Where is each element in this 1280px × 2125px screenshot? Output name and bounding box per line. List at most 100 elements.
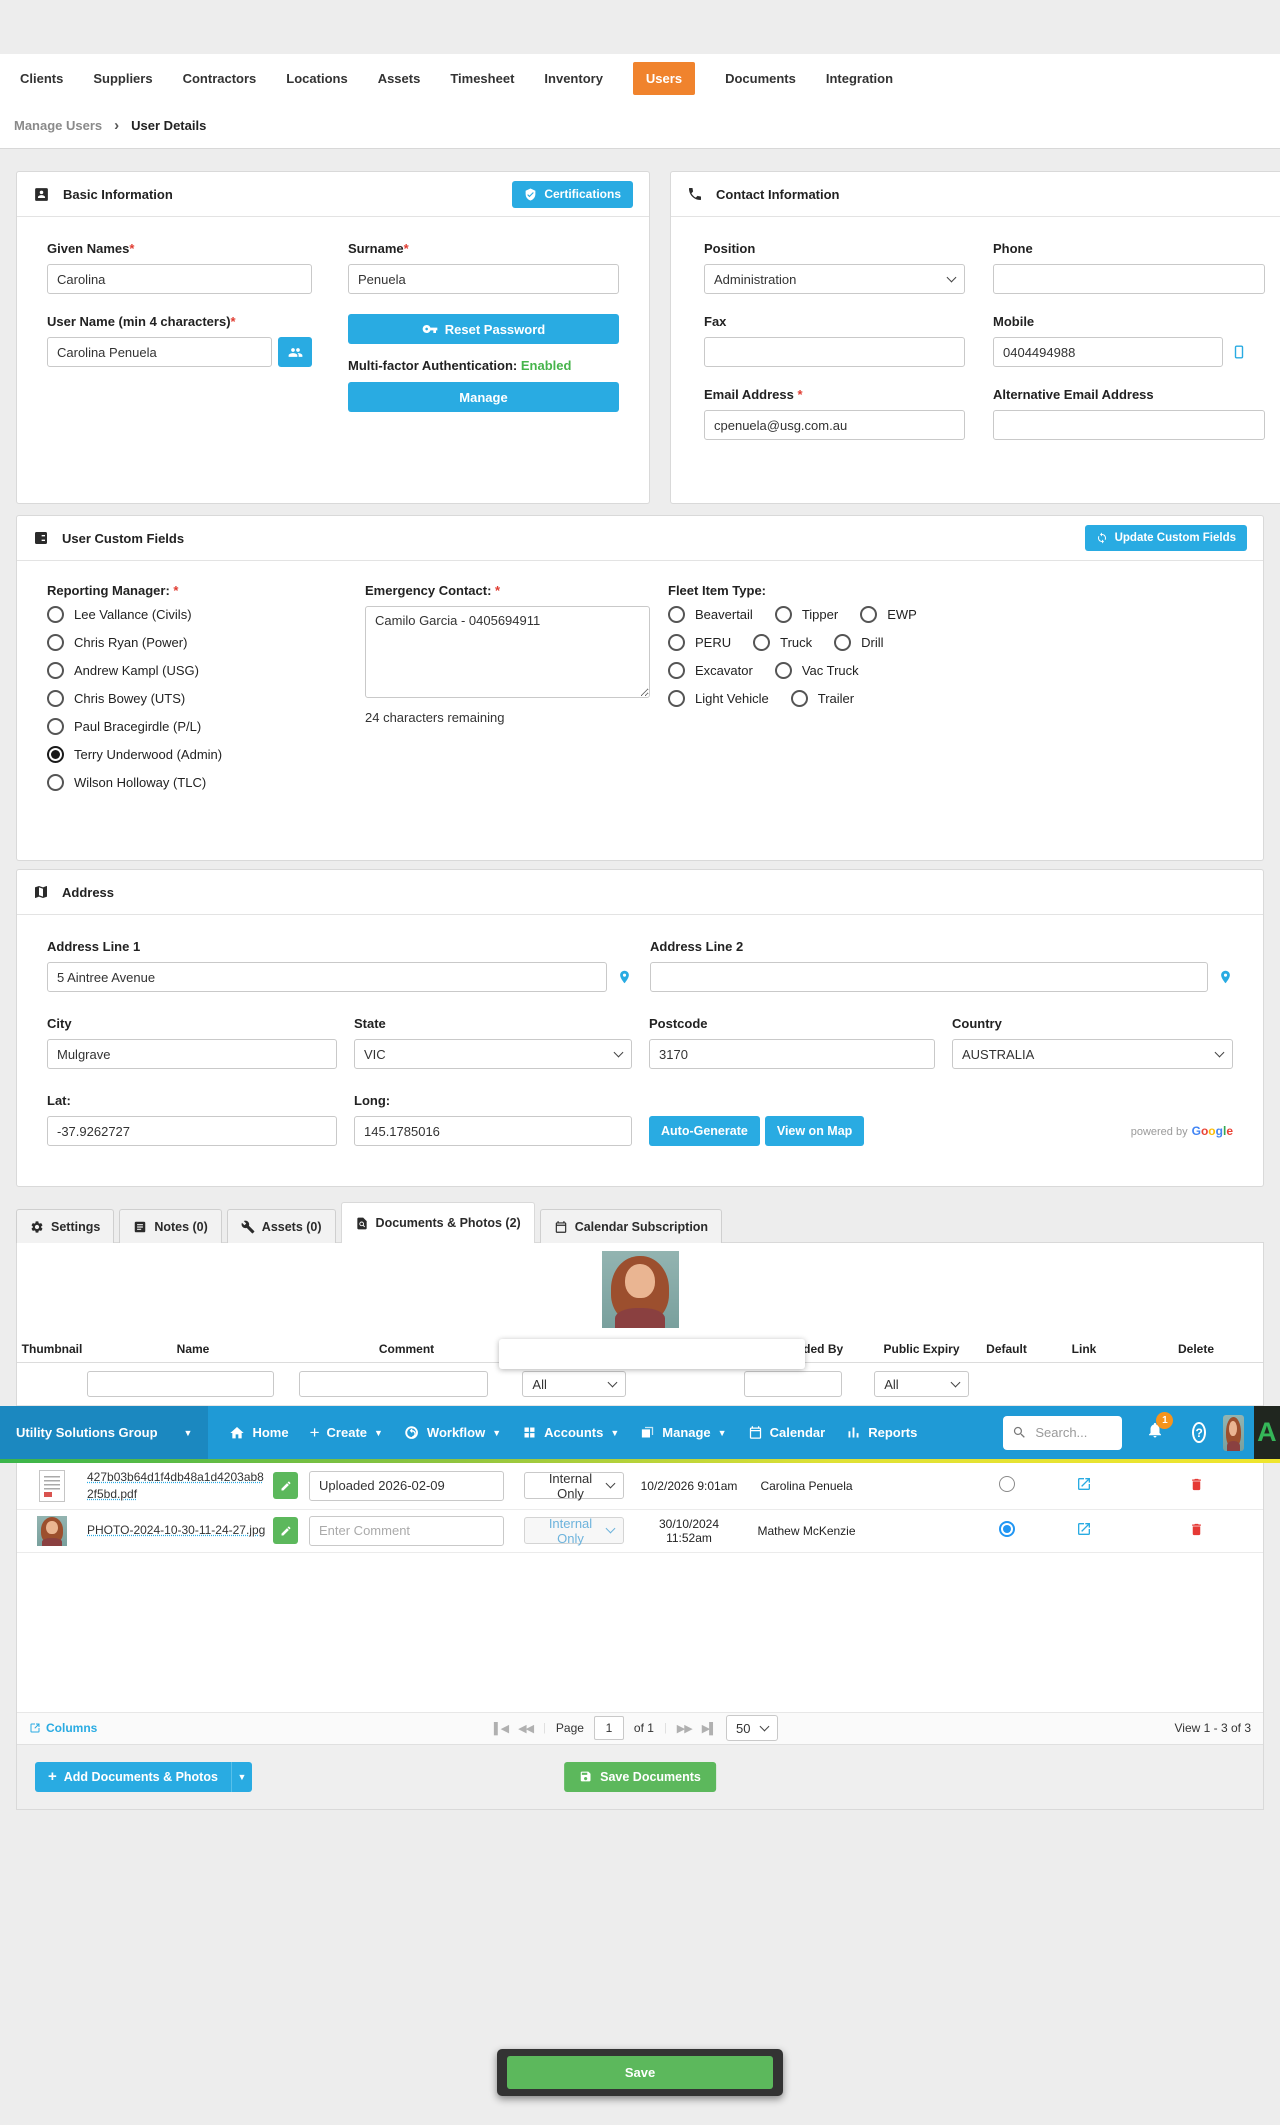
reset-password-button[interactable]: Reset Password <box>348 314 619 344</box>
nav-locations[interactable]: Locations <box>286 71 347 86</box>
fleet-option[interactable]: Drill <box>834 634 883 651</box>
email-input[interactable] <box>704 410 965 440</box>
user-avatar[interactable] <box>1223 1415 1244 1451</box>
comment-filter-input[interactable] <box>299 1371 488 1397</box>
nav-inventory[interactable]: Inventory <box>544 71 603 86</box>
comment-input[interactable] <box>309 1471 504 1501</box>
name-filter-input[interactable] <box>87 1371 274 1397</box>
document-name[interactable]: PHOTO-2024-10-30-11-24-27.jpg <box>87 1522 269 1539</box>
reporting-manager-option[interactable]: Wilson Holloway (TLC) <box>47 774 347 791</box>
notifications-button[interactable]: 1 <box>1146 1421 1164 1444</box>
fleet-option[interactable]: Trailer <box>791 690 854 707</box>
fleet-option[interactable]: EWP <box>860 606 917 623</box>
radio-icon[interactable] <box>47 774 64 791</box>
fleet-option[interactable]: Vac Truck <box>775 662 859 679</box>
expiry-filter-select[interactable]: All <box>874 1371 969 1397</box>
trash-icon[interactable] <box>1189 1477 1204 1492</box>
reporting-manager-option[interactable]: Chris Bowey (UTS) <box>47 690 347 707</box>
fleet-option[interactable]: Tipper <box>775 606 838 623</box>
tab-calendar-subscription[interactable]: Calendar Subscription <box>540 1209 722 1243</box>
reporting-manager-option[interactable]: Andrew Kampl (USG) <box>47 662 347 679</box>
radio-icon[interactable] <box>47 718 64 735</box>
navbar-search[interactable] <box>1003 1416 1122 1450</box>
search-input[interactable] <box>1033 1424 1113 1441</box>
auto-generate-button[interactable]: Auto-Generate <box>649 1116 760 1146</box>
fleet-option[interactable]: Beavertail <box>668 606 753 623</box>
nav-timesheet[interactable]: Timesheet <box>450 71 514 86</box>
view-on-map-button[interactable]: View on Map <box>765 1116 864 1146</box>
navbar-manage[interactable]: Manage ▼ <box>640 1425 726 1440</box>
add-documents-dropdown-button[interactable]: ▼ <box>231 1762 252 1792</box>
radio-icon[interactable] <box>860 606 877 623</box>
floating-overlay-box[interactable] <box>499 1339 805 1369</box>
certifications-button[interactable]: Certifications <box>512 181 633 208</box>
surname-input[interactable] <box>348 264 619 294</box>
columns-button[interactable]: Columns <box>29 1721 97 1735</box>
add-documents-photos-button[interactable]: + Add Documents & Photos <box>35 1762 231 1792</box>
radio-icon[interactable] <box>47 690 64 707</box>
next-page-button[interactable]: ▶▶ <box>677 1722 692 1735</box>
phone-input[interactable] <box>993 264 1265 294</box>
first-page-button[interactable]: ▌◀ <box>494 1722 508 1735</box>
public-select[interactable]: Internal Only <box>524 1517 624 1544</box>
public-select[interactable]: Internal Only <box>524 1472 624 1499</box>
page-number-input[interactable] <box>594 1716 624 1740</box>
user-accounts-button[interactable] <box>278 337 312 367</box>
reporting-manager-option[interactable]: Chris Ryan (Power) <box>47 634 347 651</box>
save-documents-button[interactable]: Save Documents <box>564 1762 716 1792</box>
user-photo[interactable] <box>602 1251 679 1328</box>
city-input[interactable] <box>47 1039 337 1069</box>
given-names-input[interactable] <box>47 264 312 294</box>
radio-checked-icon[interactable] <box>47 746 64 763</box>
photo-thumbnail[interactable] <box>37 1516 67 1546</box>
alt-email-input[interactable] <box>993 410 1265 440</box>
navbar-workflow[interactable]: Workflow ▼ <box>404 1425 501 1441</box>
page-size-select[interactable]: 50 <box>726 1715 778 1741</box>
radio-icon[interactable] <box>834 634 851 651</box>
fleet-option[interactable]: Truck <box>753 634 812 651</box>
tab-settings[interactable]: Settings <box>16 1209 114 1243</box>
comment-input[interactable] <box>309 1516 504 1546</box>
radio-icon[interactable] <box>775 606 792 623</box>
edit-name-button[interactable] <box>273 1472 298 1499</box>
update-custom-fields-button[interactable]: Update Custom Fields <box>1085 525 1247 551</box>
breadcrumb-manage-users[interactable]: Manage Users <box>14 118 102 133</box>
app-logo[interactable]: A <box>1254 1406 1280 1459</box>
navbar-home[interactable]: Home <box>229 1425 288 1441</box>
radio-icon[interactable] <box>668 690 685 707</box>
radio-icon[interactable] <box>791 690 808 707</box>
trash-icon[interactable] <box>1189 1522 1204 1537</box>
fleet-option[interactable]: PERU <box>668 634 731 651</box>
radio-icon[interactable] <box>47 606 64 623</box>
navbar-accounts[interactable]: Accounts ▼ <box>522 1425 619 1440</box>
radio-icon[interactable] <box>668 662 685 679</box>
radio-icon[interactable] <box>668 634 685 651</box>
position-select[interactable]: Administration <box>704 264 965 294</box>
nav-contractors[interactable]: Contractors <box>183 71 257 86</box>
nav-clients[interactable]: Clients <box>20 71 63 86</box>
location-pin-icon[interactable] <box>1218 968 1233 986</box>
postcode-input[interactable] <box>649 1039 935 1069</box>
radio-icon[interactable] <box>775 662 792 679</box>
reporting-manager-option[interactable]: Paul Bracegirdle (P/L) <box>47 718 347 735</box>
nav-assets[interactable]: Assets <box>378 71 421 86</box>
default-radio-selected[interactable] <box>999 1521 1015 1537</box>
default-radio[interactable] <box>999 1476 1015 1492</box>
nav-integration[interactable]: Integration <box>826 71 893 86</box>
emergency-contact-textarea[interactable]: Camilo Garcia - 0405694911 <box>365 606 650 698</box>
navbar-create[interactable]: + Create ▼ <box>310 1423 383 1443</box>
radio-icon[interactable] <box>753 634 770 651</box>
navbar-calendar[interactable]: Calendar <box>748 1425 826 1440</box>
reporting-manager-option[interactable]: Lee Vallance (Civils) <box>47 606 347 623</box>
mobile-input[interactable] <box>993 337 1223 367</box>
fax-input[interactable] <box>704 337 965 367</box>
radio-icon[interactable] <box>47 634 64 651</box>
username-input[interactable] <box>47 337 272 367</box>
address-line1-input[interactable] <box>47 962 607 992</box>
document-name[interactable]: 427b03b64d1f4db48a1d4203ab82f5bd.pdf <box>87 1469 269 1503</box>
lat-input[interactable] <box>47 1116 337 1146</box>
fleet-option[interactable]: Excavator <box>668 662 753 679</box>
tab-notes[interactable]: Notes (0) <box>119 1209 221 1243</box>
radio-icon[interactable] <box>668 606 685 623</box>
uploaded-by-filter-input[interactable] <box>744 1371 842 1397</box>
